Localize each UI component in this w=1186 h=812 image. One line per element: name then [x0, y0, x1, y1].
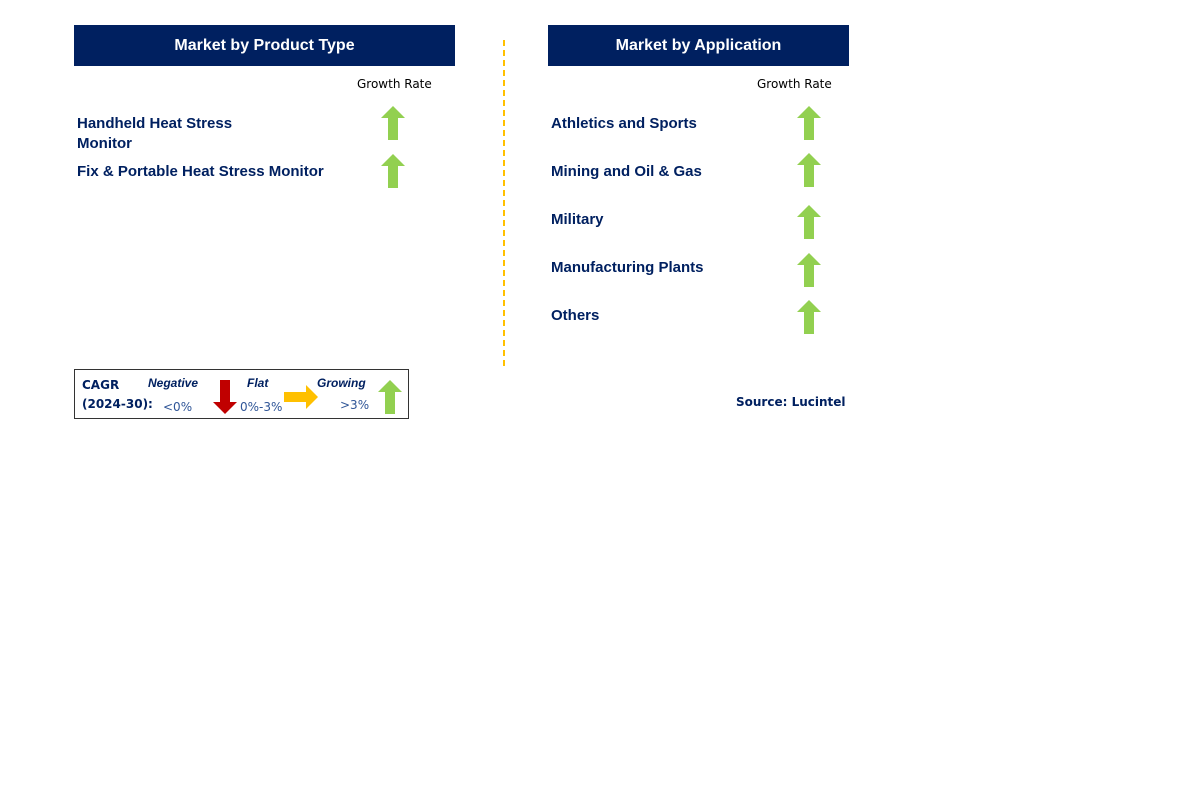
product-growth-rate-label: Growth Rate	[357, 77, 432, 91]
legend-negative-label: Negative	[148, 376, 199, 390]
arrow-up-icon	[797, 300, 821, 334]
application-item-others: Others	[551, 307, 600, 324]
application-title: Market by Application	[615, 36, 782, 54]
legend-period-label: (2024-30):	[82, 397, 153, 411]
source-label: Source: Lucintel	[736, 395, 846, 409]
product-item-handheld: Handheld Heat Stress Monitor	[77, 114, 232, 154]
application-item-mining: Mining and Oil & Gas	[551, 163, 702, 180]
arrow-up-icon	[381, 106, 405, 140]
legend-flat-range: 0%-3%	[240, 400, 283, 414]
arrow-up-icon	[378, 380, 402, 414]
arrow-up-icon	[797, 106, 821, 140]
product-item-label: Handheld Heat Stress	[77, 115, 233, 132]
product-item-label: Fix & Portable Heat Stress Monitor	[77, 163, 324, 180]
product-item-fix-portable: Fix & Portable Heat Stress Monitor	[77, 162, 324, 182]
arrow-down-icon	[213, 380, 237, 414]
application-item-manufacturing: Manufacturing Plants	[551, 259, 704, 276]
cagr-legend: CAGR (2024-30): Negative <0% Flat 0%-3% …	[74, 369, 409, 419]
product-item-label-line2: Monitor	[77, 135, 132, 152]
legend-flat-label: Flat	[247, 376, 269, 390]
application-header: Market by Application	[548, 25, 849, 66]
application-growth-rate-label: Growth Rate	[757, 77, 832, 91]
panel-divider	[503, 40, 505, 366]
arrow-up-icon	[797, 253, 821, 287]
product-type-title: Market by Product Type	[174, 36, 355, 54]
arrow-up-icon	[797, 153, 821, 187]
legend-negative-range: <0%	[163, 400, 193, 414]
arrow-up-icon	[797, 205, 821, 239]
arrow-up-icon	[381, 154, 405, 188]
legend-growing-label: Growing	[317, 376, 366, 390]
arrow-right-icon	[284, 385, 318, 409]
application-item-military: Military	[551, 211, 604, 228]
legend-cagr-label: CAGR	[82, 378, 120, 392]
product-type-header: Market by Product Type	[74, 25, 455, 66]
application-item-athletics: Athletics and Sports	[551, 115, 697, 132]
legend-growing-range: >3%	[340, 398, 370, 412]
